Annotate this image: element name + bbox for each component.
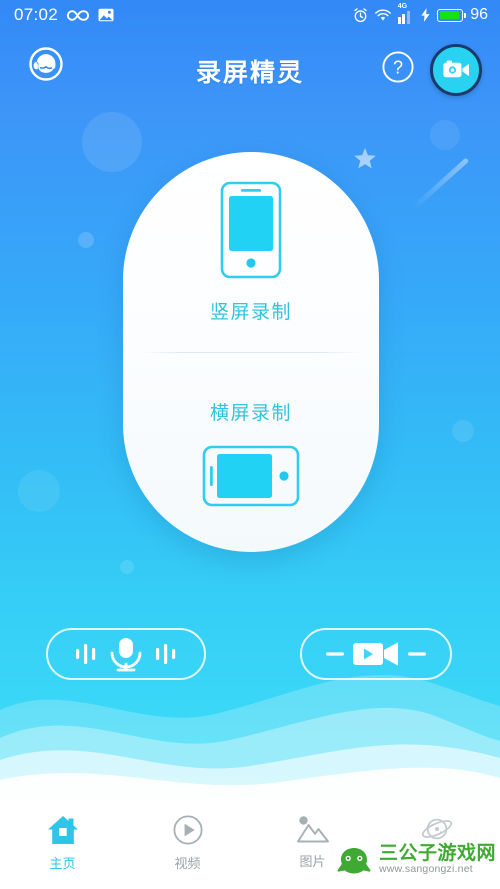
record-mode-card: 竖屏录制 横屏录制 — [123, 152, 379, 552]
nav-label-video: 视频 — [174, 856, 201, 871]
video-camera-icon — [442, 60, 469, 78]
nav-label-pictures: 图片 — [299, 854, 326, 869]
landscape-record-option[interactable]: 横屏录制 — [123, 352, 379, 552]
battery-icon — [437, 8, 467, 22]
planet-discover-icon — [421, 818, 452, 840]
shooting-star-decoration — [412, 157, 470, 210]
audio-record-button[interactable] — [46, 628, 206, 680]
picture-mountain-icon — [296, 816, 329, 843]
battery-percent: 96 — [470, 6, 488, 23]
bubble-decoration — [430, 120, 460, 150]
start-record-button[interactable] — [430, 44, 482, 96]
video-camera-play-icon — [326, 642, 426, 666]
network-type-label: 4G — [397, 2, 408, 10]
help-button[interactable]: ? — [381, 50, 415, 89]
bubble-decoration — [18, 470, 60, 512]
charging-bolt-icon — [421, 8, 430, 22]
svg-text:?: ? — [393, 58, 403, 78]
app-header: 录屏精灵 ? — [0, 42, 500, 100]
bubble-decoration — [120, 560, 134, 574]
play-circle-icon — [172, 815, 203, 845]
wifi-icon — [374, 8, 391, 21]
image-icon — [98, 8, 114, 22]
phone-portrait-icon — [220, 181, 282, 278]
portrait-record-label: 竖屏录制 — [209, 301, 292, 323]
microphone-icon — [76, 638, 176, 672]
question-mark-icon: ? — [382, 51, 414, 83]
signal-icon: 4G — [397, 3, 415, 24]
video-record-button[interactable] — [300, 628, 452, 680]
site-watermark: 三公子游戏网 www.sangongzi.net — [334, 844, 496, 875]
status-bar-left: 07:02 — [14, 5, 114, 25]
infinity-icon — [67, 9, 90, 21]
nav-label-home: 主页 — [49, 856, 76, 871]
status-time: 07:02 — [14, 5, 59, 24]
alarm-icon — [354, 7, 367, 22]
status-bar-right: 4G 96 — [353, 3, 488, 24]
bubble-decoration — [452, 420, 474, 442]
nav-item-video[interactable]: 视频 — [125, 814, 250, 872]
status-bar: 07:02 4G 96 — [0, 0, 500, 30]
quick-action-row — [0, 628, 500, 688]
phone-landscape-icon — [202, 445, 300, 506]
nav-item-home[interactable]: 主页 — [0, 814, 125, 872]
page-title: 录屏精灵 — [195, 59, 304, 87]
watermark-site-name: 三公子游戏网 — [378, 843, 496, 865]
portrait-record-option[interactable]: 竖屏录制 — [123, 152, 379, 352]
bubble-decoration — [78, 232, 94, 248]
watermark-url: www.sangongzi.net — [378, 862, 473, 875]
home-icon — [47, 816, 78, 844]
landscape-record-label: 横屏录制 — [209, 402, 292, 424]
green-frog-logo — [337, 847, 371, 874]
